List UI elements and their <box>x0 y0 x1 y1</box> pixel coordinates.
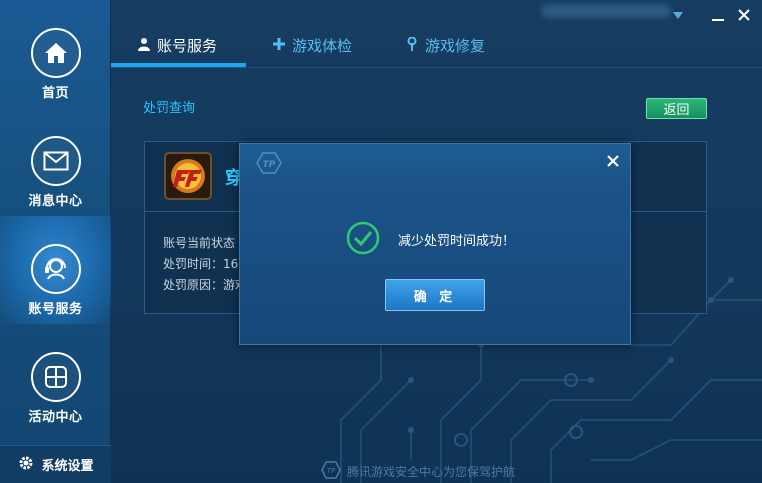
dropdown-arrow-icon[interactable] <box>669 6 687 24</box>
settings-button[interactable]: 系统设置 <box>0 445 111 483</box>
tab-label: 账号服务 <box>157 37 218 55</box>
dialog-close-button[interactable] <box>604 152 622 170</box>
footer-text: 腾讯游戏安全中心为您保驾护航 <box>347 465 516 479</box>
sidebar-item-label: 账号服务 <box>28 302 83 317</box>
account-status-row: 账号当前状态 <box>163 236 236 250</box>
sidebar-item-account-service[interactable]: 账号服务 <box>0 216 111 324</box>
gear-icon <box>17 454 35 476</box>
tab-game-repair[interactable]: 游戏修复 <box>399 24 491 67</box>
active-tab-indicator <box>111 63 246 67</box>
tab-bar: 账号服务 游戏体检 游戏修复 <box>111 24 762 68</box>
svg-text:TP: TP <box>327 467 336 475</box>
sidebar-item-label: 消息中心 <box>28 194 83 209</box>
mail-icon <box>30 136 81 186</box>
headset-icon <box>30 244 81 294</box>
tab-account-service[interactable]: 账号服务 <box>131 24 223 67</box>
success-check-icon <box>346 221 380 258</box>
dialog-message-text: 减少处罚时间成功！ <box>398 234 516 249</box>
game-logo <box>164 152 212 200</box>
plus-icon <box>272 37 286 55</box>
sidebar: 首页 消息中心 账号服务 活动中心 系统设置 <box>0 0 111 483</box>
dialog-message: 减少处罚时间成功！ <box>346 221 515 258</box>
back-button[interactable]: 返回 <box>646 98 707 119</box>
footer: TP 腾讯游戏安全中心为您保驾护航 <box>321 461 515 482</box>
title-bar-glow <box>541 4 671 18</box>
tab-label: 游戏体检 <box>292 37 353 55</box>
tab-label: 游戏修复 <box>425 37 486 55</box>
settings-label: 系统设置 <box>41 459 94 474</box>
success-dialog: TP 减少处罚时间成功！ 确 定 <box>239 143 631 345</box>
penalty-reason-row: 处罚原因：游戏 <box>163 278 248 292</box>
grid-icon <box>30 352 81 402</box>
svg-text:TP: TP <box>263 160 276 170</box>
wrench-icon <box>405 36 419 55</box>
close-window-button[interactable] <box>735 6 753 24</box>
sidebar-item-label: 活动中心 <box>28 410 83 425</box>
section-title: 处罚查询 <box>143 101 196 116</box>
penalty-time-row: 处罚时间：16 <box>163 257 239 271</box>
home-icon <box>30 28 81 78</box>
sidebar-item-label: 首页 <box>41 86 69 101</box>
sidebar-item-messages[interactable]: 消息中心 <box>0 108 111 216</box>
user-icon <box>137 37 151 55</box>
sidebar-item-activities[interactable]: 活动中心 <box>0 324 111 432</box>
tp-logo-icon: TP <box>321 461 341 482</box>
tab-game-checkup[interactable]: 游戏体检 <box>266 24 358 67</box>
tp-logo-icon: TP <box>256 152 282 177</box>
dialog-header: TP <box>240 144 630 182</box>
confirm-button[interactable]: 确 定 <box>385 279 485 311</box>
minimize-button[interactable] <box>709 6 727 24</box>
dialog-body: 减少处罚时间成功！ 确 定 <box>240 182 630 344</box>
sidebar-item-home[interactable]: 首页 <box>0 0 111 108</box>
